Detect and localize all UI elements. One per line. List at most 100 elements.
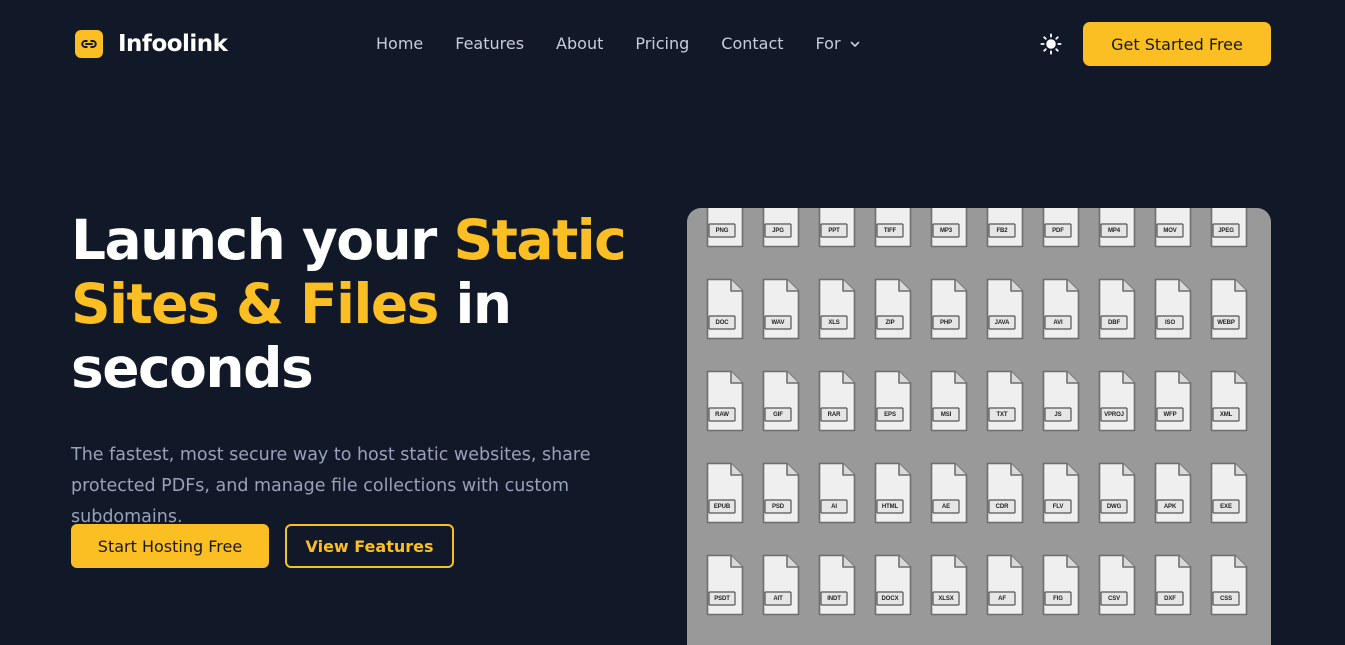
get-started-button[interactable]: Get Started Free [1083,22,1271,66]
file-type-icon: XLS [818,278,856,340]
file-type-icon: AVI [1042,278,1080,340]
file-type-label: PSDT [714,595,730,602]
file-type-icon: VPROJ [1098,370,1136,432]
file-type-label: XML [1219,411,1233,418]
file-type-label: HTML [881,503,899,510]
link-icon [75,30,103,58]
file-type-label: CSS [1219,595,1233,602]
nav-dropdown-label: For [815,34,841,53]
nav-links: Home Features About Pricing Contact For [376,34,861,53]
file-type-label: DOCX [881,595,899,602]
file-type-icon: EPUB [706,462,744,524]
file-type-icon: PHP [930,278,968,340]
file-type-icon: MP3 [930,208,968,248]
file-type-label: XLS [828,319,840,326]
view-features-button[interactable]: View Features [285,524,454,568]
file-type-label: JPG [772,227,784,234]
file-type-icon: PDF [1042,208,1080,248]
file-type-icon: DOCX [874,554,912,616]
file-type-icon: DOC [706,278,744,340]
file-type-label: WFP [1163,411,1177,418]
file-type-label: AF [998,595,1006,602]
file-types-illustration: PNG JPG PPT TIFF MP3 FB2 PDF MP4 MOV JPEG DOC WAV XL… [687,208,1271,645]
file-type-label: ISO [1164,319,1176,326]
file-type-icon: DXF [1154,554,1192,616]
sun-icon[interactable] [1040,33,1062,55]
file-type-label: ZIP [885,319,895,326]
file-type-label: CSV [1107,595,1121,602]
hero-title-highlight: Sites & Files [71,272,439,336]
file-type-icon: ISO [1154,278,1192,340]
file-type-icon: WFP [1154,370,1192,432]
brand-logo[interactable]: Infoolink [75,30,228,58]
file-type-label: MP3 [939,227,953,234]
file-type-icon: WEBP [1210,278,1248,340]
file-type-icon: INDT [818,554,856,616]
file-type-label: DBF [1107,319,1121,326]
file-type-label: AIT [773,595,783,602]
start-hosting-button[interactable]: Start Hosting Free [71,524,269,568]
file-type-icon: CSS [1210,554,1248,616]
nav-link-home[interactable]: Home [376,34,423,53]
file-type-label: RAW [715,411,729,418]
file-type-icon: PSDT [706,554,744,616]
file-type-icon: TIFF [874,208,912,248]
file-type-icon: EPS [874,370,912,432]
nav-link-about[interactable]: About [556,34,603,53]
file-type-label: PDF [1052,227,1064,234]
nav-dropdown-for[interactable]: For [816,34,861,53]
file-type-icon: DWG [1098,462,1136,524]
file-type-icon: XML [1210,370,1248,432]
chevron-down-icon [849,38,861,50]
file-type-label: XLSX [938,595,954,602]
file-type-icon: MSI [930,370,968,432]
file-type-label: DXF [1164,595,1176,602]
file-type-icon: JAVA [986,278,1024,340]
file-type-icon: FIG [1042,554,1080,616]
file-type-icon: FB2 [986,208,1024,248]
file-type-icon: JS [1042,370,1080,432]
nav-link-contact[interactable]: Contact [721,34,783,53]
file-type-label: MOV [1163,227,1177,234]
nav-link-features[interactable]: Features [455,34,524,53]
file-type-label: DOC [715,319,729,326]
file-type-label: EPS [884,411,896,418]
brand-name: Infoolink [118,31,228,57]
nav-link-pricing[interactable]: Pricing [635,34,689,53]
file-type-label: INDT [827,595,841,602]
file-type-label: EPUB [713,503,731,510]
file-type-icon: PNG [706,208,744,248]
file-type-label: EXE [1220,503,1232,510]
file-type-icon: AIT [762,554,800,616]
file-type-label: RAR [827,411,841,418]
file-type-label: AE [941,503,951,510]
file-type-icon: JPEG [1210,208,1248,248]
file-type-icon: PSD [762,462,800,524]
hero-title-highlight: Static [453,208,626,272]
file-type-icon: RAW [706,370,744,432]
file-type-icon: MOV [1154,208,1192,248]
file-type-icon: ZIP [874,278,912,340]
file-type-label: TIFF [883,227,897,234]
file-type-label: AI [831,503,837,510]
file-type-label: WEBP [1217,319,1235,326]
file-type-label: PPT [828,227,840,234]
file-type-label: FLV [1052,503,1064,510]
file-type-label: PNG [715,227,729,234]
file-type-icon: RAR [818,370,856,432]
hero-title-part: in [437,272,513,336]
file-type-icon: GIF [762,370,800,432]
hero-title: Launch your Static Sites & Files in seco… [71,208,671,400]
file-type-label: CDR [995,503,1009,510]
file-type-label: VPROJ [1104,411,1124,418]
file-type-icon: PPT [818,208,856,248]
file-type-label: GIF [773,411,783,418]
file-type-label: MP4 [1107,227,1121,234]
top-navbar: Infoolink Home Features About Pricing Co… [0,0,1345,88]
file-type-label: DWG [1106,503,1122,510]
file-type-label: FIG [1053,595,1063,602]
file-type-icon: JPG [762,208,800,248]
file-type-icon: MP4 [1098,208,1136,248]
file-type-label: MSI [940,411,952,418]
file-type-icon: CSV [1098,554,1136,616]
